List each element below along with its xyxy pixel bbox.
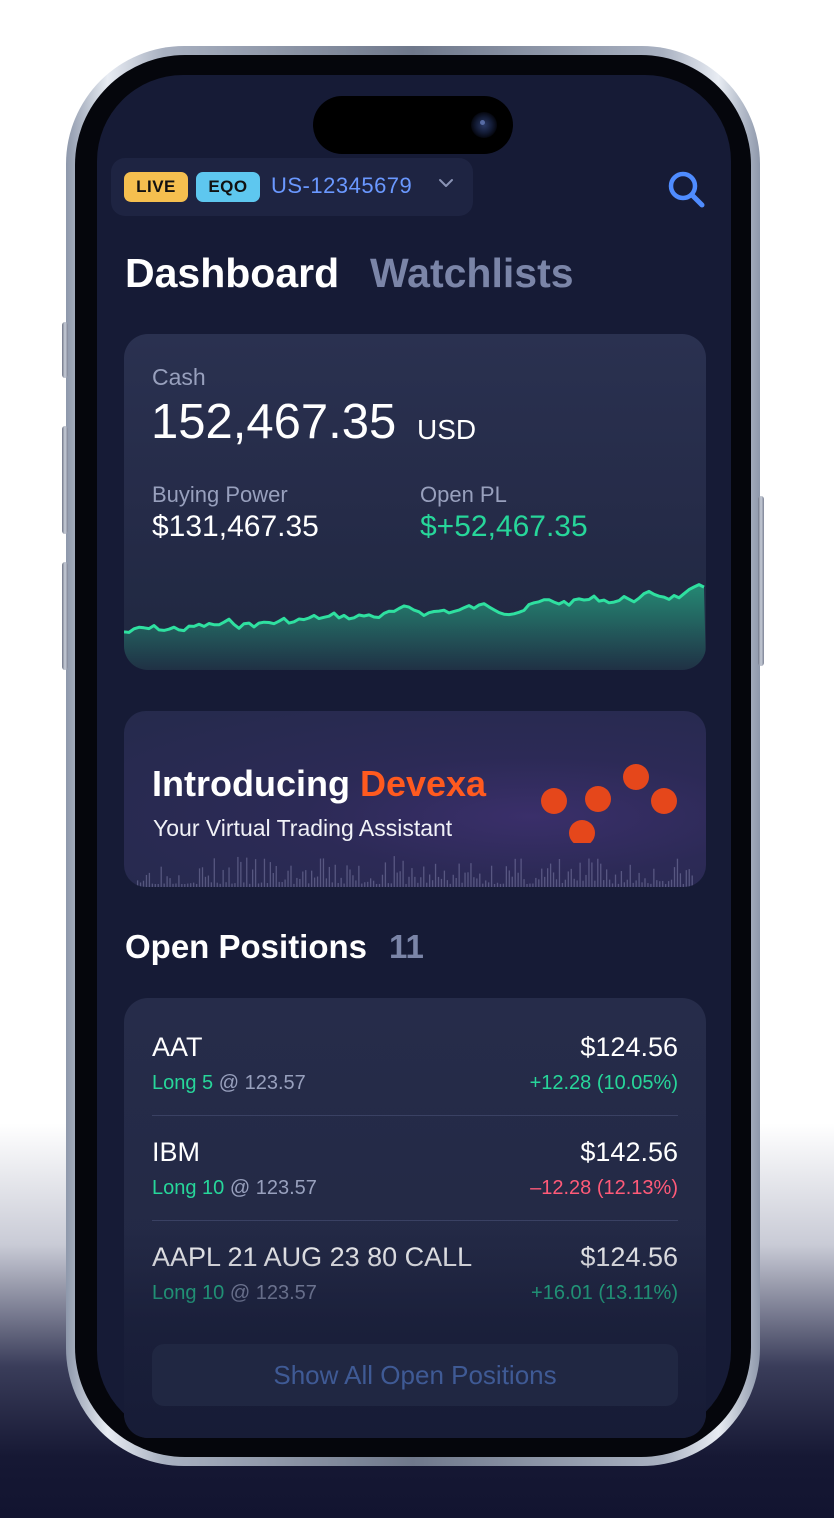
phone-volume-down-button — [62, 562, 68, 670]
position-quantity: Long 5 @ 123.57 — [152, 1072, 306, 1095]
position-symbol: IBM — [152, 1137, 201, 1167]
promo-volume-bars — [134, 856, 693, 887]
position-change: +12.28 (10.05%) — [529, 1072, 678, 1094]
search-icon[interactable] — [666, 169, 706, 209]
cash-label: Cash — [152, 364, 206, 390]
position-symbol: AAPL 21 AUG 23 80 CALL — [152, 1242, 473, 1272]
phone-power-button — [758, 496, 764, 666]
position-change: +16.01 (13.11%) — [531, 1282, 678, 1304]
buying-power-label: Buying Power — [152, 482, 288, 507]
position-side-qty: Long 10 — [152, 1177, 225, 1199]
position-quantity: Long 10 @ 123.57 — [152, 1177, 317, 1200]
account-type-badge: EQO — [196, 172, 260, 202]
position-side-qty: Long 5 — [152, 1072, 214, 1094]
tab-watchlists[interactable]: Watchlists — [370, 250, 574, 297]
open-pl-label: Open PL — [420, 482, 507, 507]
open-positions-title: Open Positions — [125, 928, 368, 965]
position-row[interactable]: AAT Long 5 @ 123.57 $124.56 +12.28 (10.0… — [152, 998, 678, 1116]
tab-dashboard[interactable]: Dashboard — [125, 250, 339, 297]
open-positions-count: 11 — [389, 928, 424, 965]
position-price: $124.56 — [580, 1032, 678, 1062]
cash-value: 152,467.35 — [151, 395, 397, 449]
show-all-positions-button[interactable]: Show All Open Positions — [152, 1344, 678, 1406]
dynamic-island — [313, 96, 513, 154]
live-badge: LIVE — [124, 172, 188, 202]
position-symbol: AAT — [152, 1032, 203, 1062]
cash-currency: USD — [417, 414, 477, 445]
position-row[interactable]: AAPL 21 AUG 23 80 CALL Long 10 @ 123.57 … — [152, 1208, 678, 1313]
buying-power-value: $131,467.35 — [152, 510, 319, 543]
position-price: $124.56 — [580, 1242, 678, 1272]
open-positions-card: AAT Long 5 @ 123.57 $124.56 +12.28 (10.0… — [124, 998, 706, 1438]
promo-subtitle: Your Virtual Trading Assistant — [153, 815, 453, 841]
chevron-down-icon — [437, 174, 455, 198]
position-price: $142.56 — [580, 1137, 678, 1167]
position-quantity: Long 10 @ 123.57 — [152, 1282, 317, 1305]
account-id: US-12345679 — [271, 173, 413, 198]
account-selector[interactable]: LIVE EQO US-12345679 — [111, 158, 473, 216]
promo-title-prefix: Introducing — [152, 763, 360, 804]
pl-sparkline — [124, 583, 706, 670]
position-entry: @ 123.57 — [229, 1282, 317, 1304]
devexa-promo-card[interactable]: Introducing Devexa Your Virtual Trading … — [124, 711, 706, 887]
position-change: –12.28 (12.13%) — [530, 1177, 678, 1199]
cash-summary-card[interactable]: Cash 152,467.35 USD Buying Power $131,46… — [124, 334, 706, 670]
phone-volume-up-button — [62, 426, 68, 534]
position-side-qty: Long 10 — [152, 1282, 225, 1304]
devexa-logo-icon — [541, 764, 677, 843]
position-entry: @ 123.57 — [229, 1177, 317, 1199]
promo-brand: Devexa — [359, 763, 487, 804]
position-row[interactable]: IBM Long 10 @ 123.57 $142.56 –12.28 (12.… — [152, 1103, 678, 1221]
camera-icon — [471, 112, 497, 138]
promo-title: Introducing Devexa — [152, 763, 486, 805]
open-pl-value: $+52,467.35 — [420, 510, 588, 543]
phone-side-button — [62, 322, 68, 378]
position-entry: @ 123.57 — [218, 1072, 306, 1094]
